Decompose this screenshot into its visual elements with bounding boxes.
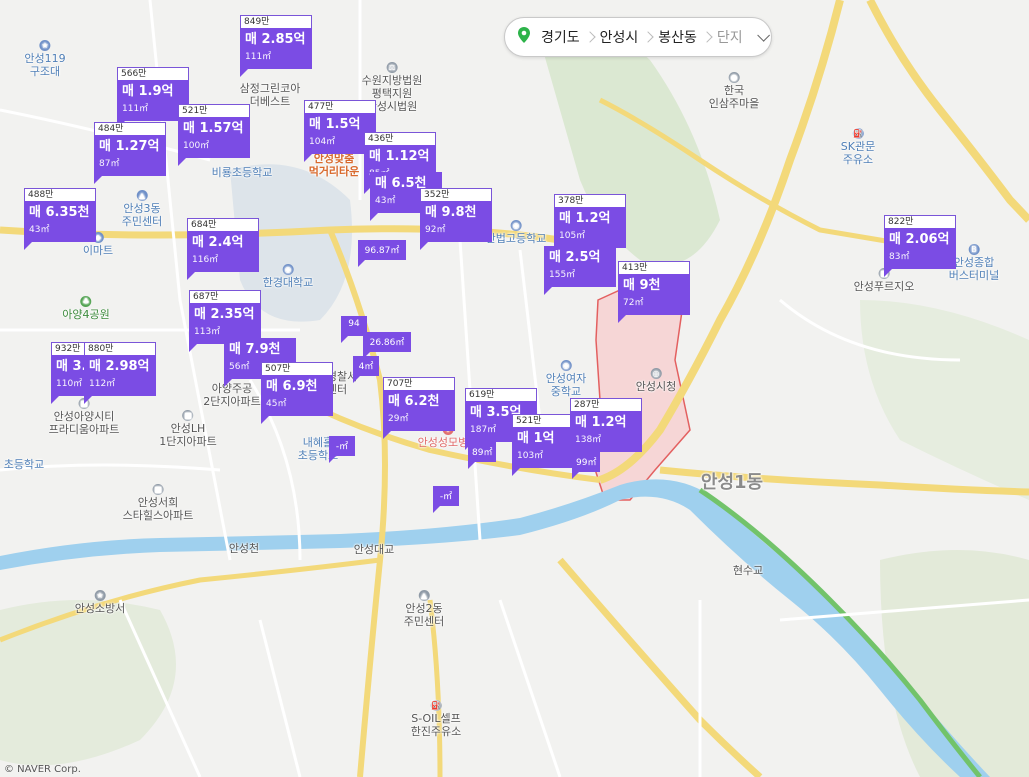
marker-pointer [383,431,391,439]
place-icon: ● [728,72,740,83]
marker-pointer [433,506,440,513]
poi-fire-station[interactable]: ★ 안성119 구조대 [24,40,66,78]
poi-girls-middle-school[interactable]: ◉ 안성여자 중학교 [546,360,586,398]
marker-pointer [572,472,579,479]
breadcrumb-dong[interactable]: 봉산동 [648,27,707,47]
poi-bireong-elementary[interactable]: 비룡초등학교 [212,166,273,179]
listing-marker-small[interactable]: -㎡ [433,486,459,513]
marker-pointer [353,376,360,383]
marker-pointer [420,242,428,250]
poi-ayang-jugong-2[interactable]: 아양주공 2단지아파트 [203,382,261,408]
marker-pointer [544,287,552,295]
listing-marker-small[interactable]: 99㎡ [572,452,601,479]
label-anseong-stream: 안성천 [228,542,260,555]
fire-station-icon: ★ [94,590,106,601]
listing-marker[interactable]: 484만 매 1.27억 87㎡ [94,122,166,184]
marker-pointer [261,416,269,424]
poi-fire-station-2[interactable]: ★ 안성소방서 [75,590,125,615]
apartment-icon: ■ [152,484,164,495]
listing-marker[interactable]: 352만 매 9.8천 92㎡ [420,188,492,250]
poi-lh-1-apartment[interactable]: ■ 안성LH 1단지아파트 [159,410,217,448]
listing-marker[interactable]: 378만 매 1.2억 105㎡ [554,194,626,256]
city-hall-icon: ◎ [650,368,662,379]
marker-pointer [51,396,59,404]
listing-marker[interactable]: 매 2.5억 155㎡ [544,246,616,295]
listing-marker[interactable]: 287만 매 1.2억 138㎡ [570,398,642,460]
listing-marker[interactable]: 849만 매 2.85억 111㎡ [240,15,312,77]
community-center-icon: ▲ [418,590,430,601]
marker-pointer [84,396,92,404]
listing-marker[interactable]: 507만 매 6.9천 45㎡ [261,362,333,424]
community-center-icon: ▲ [136,190,148,201]
marker-pointer [189,344,197,352]
marker-pointer [358,260,365,267]
school-icon: ◉ [560,360,572,371]
listing-marker-small[interactable]: 4㎡ [353,356,379,383]
breadcrumb-province[interactable]: 경기도 [531,27,590,47]
marker-pointer [304,154,312,162]
breadcrumb-complex[interactable]: 단지 [707,27,753,47]
poi-bus-terminal[interactable]: B 안성종합 버스터미널 [949,244,999,282]
listing-marker-small[interactable]: 96.87㎡ [358,240,406,267]
map-canvas[interactable]: ★ 안성119 구조대 삼정그린코아 더베스트 ⚖ 수원지방법원 평택지원 안성… [0,0,1029,777]
marker-pointer [370,213,378,221]
listing-marker[interactable]: 880만 매 2.98억 112㎡ [84,342,156,404]
poi-city-hall[interactable]: ◎ 안성시청 [636,368,676,393]
park-icon: ♣ [80,296,92,307]
poi-anseong3-community-center[interactable]: ▲ 안성3동 주민센터 [122,190,162,228]
poi-elementary-school[interactable]: 초등학교 [4,458,44,471]
marker-pointer [224,379,232,387]
gas-station-icon: ⛽ [430,700,442,711]
region-breadcrumb[interactable]: 경기도 안성시 봉산동 단지 [504,17,772,57]
listing-marker[interactable]: 521만 매 1.57억 100㎡ [178,104,250,166]
poi-ayang4-park[interactable]: ♣ 아양4공원 [62,296,110,321]
listing-marker[interactable]: 684만 매 2.4억 116㎡ [187,218,259,280]
marker-pointer [341,336,348,343]
label-anseong-bridge: 안성대교 [353,543,395,556]
apartment-icon: ■ [182,410,194,421]
poi-soil-gas-station[interactable]: ⛽ S-OIL셀프 한진주유소 [411,700,461,738]
listing-marker[interactable]: 822만 매 2.06억 83㎡ [884,215,956,277]
copyright-text: © NAVER Corp. [4,764,81,775]
listing-marker[interactable]: 687만 매 2.35억 113㎡ [189,290,261,352]
fire-station-icon: ★ [39,40,51,51]
marker-pointer [884,269,892,277]
marker-pointer [94,176,102,184]
marker-pointer [187,272,195,280]
marker-pointer [618,315,626,323]
school-icon: ◉ [282,264,294,275]
court-icon: ⚖ [386,62,398,73]
poi-sk-gas-station[interactable]: ⛽ SK관문 주유소 [841,128,875,166]
poi-food-street[interactable]: 안성맞춤 먹거리타운 [309,152,360,178]
school-icon: ◉ [510,220,522,231]
listing-marker[interactable]: 707만 매 6.2천 29㎡ [383,377,455,439]
bus-icon: B [968,244,980,255]
listing-marker[interactable]: 488만 매 6.35천 43㎡ [24,188,96,250]
marker-pointer [512,468,520,476]
listing-marker-small[interactable]: 89㎡ [468,442,497,469]
marker-pointer [468,462,475,469]
location-pin-icon [517,27,531,47]
poi-hankyong-university[interactable]: ◉ 한경대학교 [263,264,313,289]
listing-marker[interactable]: 413만 매 9천 72㎡ [618,261,690,323]
marker-pointer [329,456,336,463]
chevron-down-icon[interactable] [756,28,770,42]
gas-station-icon: ⛽ [852,128,864,139]
marker-pointer [24,242,32,250]
marker-pointer [178,158,186,166]
label-hyeonsu-bridge: 현수교 [732,564,764,577]
poi-anseong2-community-center[interactable]: ▲ 안성2동 주민센터 [404,590,444,628]
poi-anbeop-high-school[interactable]: ◉ 안법고등학교 [486,220,546,245]
poi-ginseng-village[interactable]: ● 한국 인삼주마을 [709,72,759,110]
district-label-anseong1: 안성1동 [700,472,764,493]
poi-seohui-apartment[interactable]: ■ 안성서희 스타힐스아파트 [123,484,193,522]
listing-marker-small[interactable]: 26.86㎡ [363,332,411,359]
breadcrumb-city[interactable]: 안성시 [590,27,649,47]
listing-marker-small[interactable]: -㎡ [329,436,355,463]
marker-pointer [240,69,248,77]
